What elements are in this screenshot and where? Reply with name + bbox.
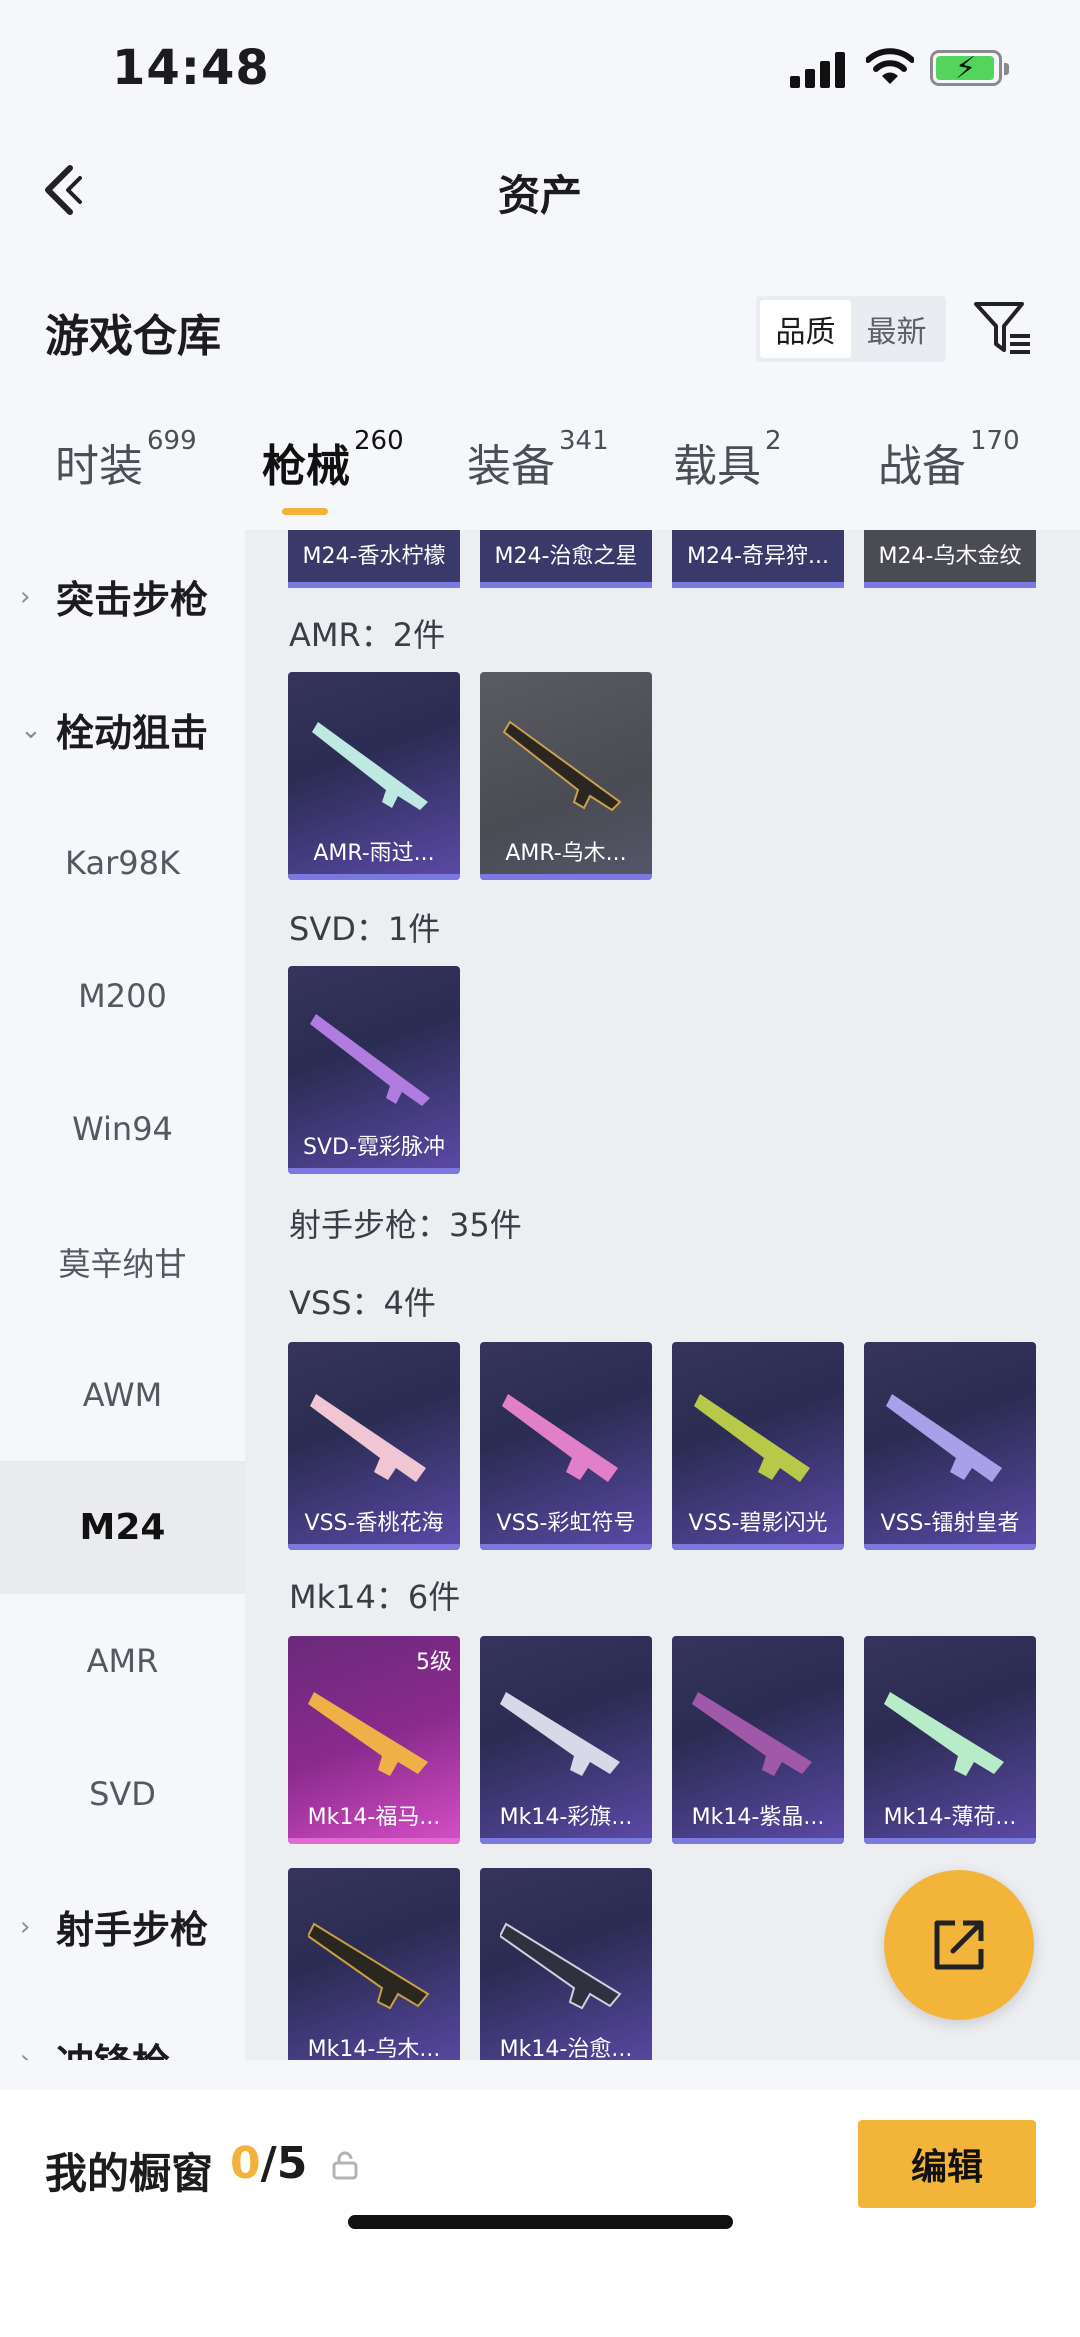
showcase-label: 我的橱窗 — [45, 2149, 214, 2198]
item-label: Mk14-福马... — [307, 1805, 441, 1830]
sidebar-item-m24[interactable]: M24 — [0, 1461, 245, 1594]
chevron-down-icon: ⌄ — [20, 714, 42, 745]
group-label-mk14: Mk14：6件 — [289, 1578, 461, 1616]
item-label: VSS-镭射皇者 — [880, 1511, 1020, 1536]
item-card[interactable]: AMR-乌木... — [480, 672, 652, 880]
tab-tactical[interactable]: 战备 170 — [878, 426, 1020, 494]
item-card[interactable]: VSS-香桃花海 — [288, 1342, 460, 1550]
item-label: M24-治愈之星 — [494, 544, 638, 569]
item-label: Mk14-治愈... — [499, 2037, 633, 2060]
rifle-icon — [308, 1922, 430, 2010]
share-icon — [934, 1920, 984, 1970]
rifle-icon — [310, 1394, 426, 1482]
item-card[interactable]: VSS-碧影闪光 — [672, 1342, 844, 1550]
rifle-icon — [308, 1692, 428, 1776]
rifle-icon — [884, 1692, 1004, 1776]
rifle-icon — [502, 1394, 618, 1482]
status-bar: 14:48 ⚡ — [0, 0, 1080, 130]
sidebar-item-svd[interactable]: SVD — [0, 1727, 245, 1860]
wifi-icon — [866, 48, 914, 84]
rifle-icon — [502, 720, 622, 812]
sidebar-item-dmr[interactable]: › 射手步枪 — [0, 1860, 245, 1993]
group-label-vss: VSS：4件 — [289, 1284, 436, 1322]
category-tabs: 时装 699 枪械 260 装备 341 载具 2 战备 170 — [0, 426, 1080, 530]
filter-button[interactable] — [972, 298, 1034, 360]
item-grid: M24-香水柠檬 M24-治愈之星 M24-奇异狩... M24-乌木金纹 AM… — [245, 530, 1080, 2060]
item-label: AMR-乌木... — [505, 841, 627, 866]
item-label: Mk14-紫晶... — [691, 1805, 825, 1830]
rifle-icon — [500, 1922, 622, 2010]
sidebar-item-m200[interactable]: M200 — [0, 929, 245, 1062]
sidebar-item-smg[interactable]: ›冲锋枪 — [0, 1993, 245, 2060]
tab-equipment[interactable]: 装备 341 — [467, 426, 609, 494]
rifle-icon — [692, 1692, 812, 1776]
section-title: 游戏仓库 — [45, 311, 221, 362]
battery-icon: ⚡ — [930, 50, 1009, 86]
item-card[interactable]: AMR-雨过... — [288, 672, 460, 880]
sort-toggle: 品质 最新 — [756, 296, 946, 362]
item-label: AMR-雨过... — [313, 841, 435, 866]
item-label: Mk14-薄荷... — [883, 1805, 1017, 1830]
active-tab-indicator — [282, 508, 328, 515]
sort-newest-button[interactable]: 最新 — [851, 300, 942, 358]
tab-firearms[interactable]: 枪械 260 — [262, 426, 404, 494]
item-label: VSS-彩虹符号 — [496, 1511, 636, 1536]
rifle-icon — [310, 1014, 430, 1106]
share-button[interactable] — [884, 1870, 1034, 2020]
sidebar-item-kar98k[interactable]: Kar98K — [0, 796, 245, 929]
item-label: Mk14-乌木... — [307, 2037, 441, 2060]
item-card[interactable]: Mk14-治愈... — [480, 1868, 652, 2060]
sidebar-item-mosin[interactable]: 莫辛纳甘 — [0, 1195, 245, 1328]
item-label: M24-香水柠檬 — [302, 544, 446, 569]
group-label-dmr: 射手步枪：35件 — [289, 1206, 522, 1244]
tab-vehicles[interactable]: 载具 2 — [673, 426, 782, 494]
sidebar-item-awm[interactable]: AWM — [0, 1328, 245, 1461]
item-card[interactable]: M24-治愈之星 — [480, 530, 652, 588]
showcase-bar: 我的橱窗 0/5 编辑 — [0, 2090, 1080, 2337]
sidebar-item-amr[interactable]: AMR — [0, 1594, 245, 1727]
page-title: 资产 — [497, 171, 582, 220]
item-label: VSS-碧影闪光 — [688, 1511, 828, 1536]
lock-icon — [332, 2151, 358, 2180]
rifle-icon — [500, 1692, 620, 1776]
item-card[interactable]: SVD-霓彩脉冲 — [288, 966, 460, 1174]
sidebar-item-win94[interactable]: Win94 — [0, 1062, 245, 1195]
item-label: SVD-霓彩脉冲 — [303, 1135, 445, 1160]
item-label: Mk14-彩旗... — [499, 1805, 633, 1830]
sidebar-item-assault-rifles[interactable]: › 突击步枪 — [0, 530, 245, 663]
rifle-icon — [886, 1394, 1002, 1482]
item-label: VSS-香桃花海 — [304, 1511, 444, 1536]
item-card[interactable]: Mk14-彩旗... — [480, 1636, 652, 1844]
showcase-count: 0/5 — [230, 2138, 308, 2189]
tab-fashion[interactable]: 时装 699 — [55, 426, 197, 494]
rifle-icon — [694, 1394, 810, 1482]
status-time: 14:48 — [112, 40, 270, 96]
item-card[interactable]: M24-奇异狩... — [672, 530, 844, 588]
item-card[interactable]: Mk14-紫晶... — [672, 1636, 844, 1844]
item-card[interactable]: Mk14-薄荷... — [864, 1636, 1036, 1844]
item-card[interactable]: VSS-镭射皇者 — [864, 1342, 1036, 1550]
sort-quality-button[interactable]: 品质 — [760, 300, 851, 358]
chevron-right-icon: › — [20, 2044, 31, 2061]
rifle-icon — [312, 722, 428, 810]
chevron-right-icon: › — [20, 1911, 31, 1942]
home-indicator — [348, 2215, 733, 2229]
weapon-type-sidebar: › 突击步枪 ⌄ 栓动狙击 Kar98K M200 Win94 莫辛纳甘 AWM M… — [0, 530, 245, 2060]
item-card[interactable]: VSS-彩虹符号 — [480, 1342, 652, 1550]
group-label-svd: SVD：1件 — [289, 910, 441, 948]
item-card[interactable]: 5级 Mk14-福马... — [288, 1636, 460, 1844]
item-card[interactable]: M24-香水柠檬 — [288, 530, 460, 588]
group-label-amr: AMR：2件 — [289, 616, 446, 654]
sidebar-item-bolt-action[interactable]: ⌄ 栓动狙击 — [0, 663, 245, 796]
edit-button[interactable]: 编辑 — [858, 2120, 1036, 2208]
cellular-signal-icon — [790, 52, 846, 88]
chevron-right-icon: › — [20, 581, 31, 612]
item-label: M24-乌木金纹 — [878, 544, 1022, 569]
item-card[interactable]: M24-乌木金纹 — [864, 530, 1036, 588]
item-card[interactable]: Mk14-乌木... — [288, 1868, 460, 2060]
filter-icon — [974, 302, 1030, 354]
item-label: M24-奇异狩... — [687, 544, 829, 569]
